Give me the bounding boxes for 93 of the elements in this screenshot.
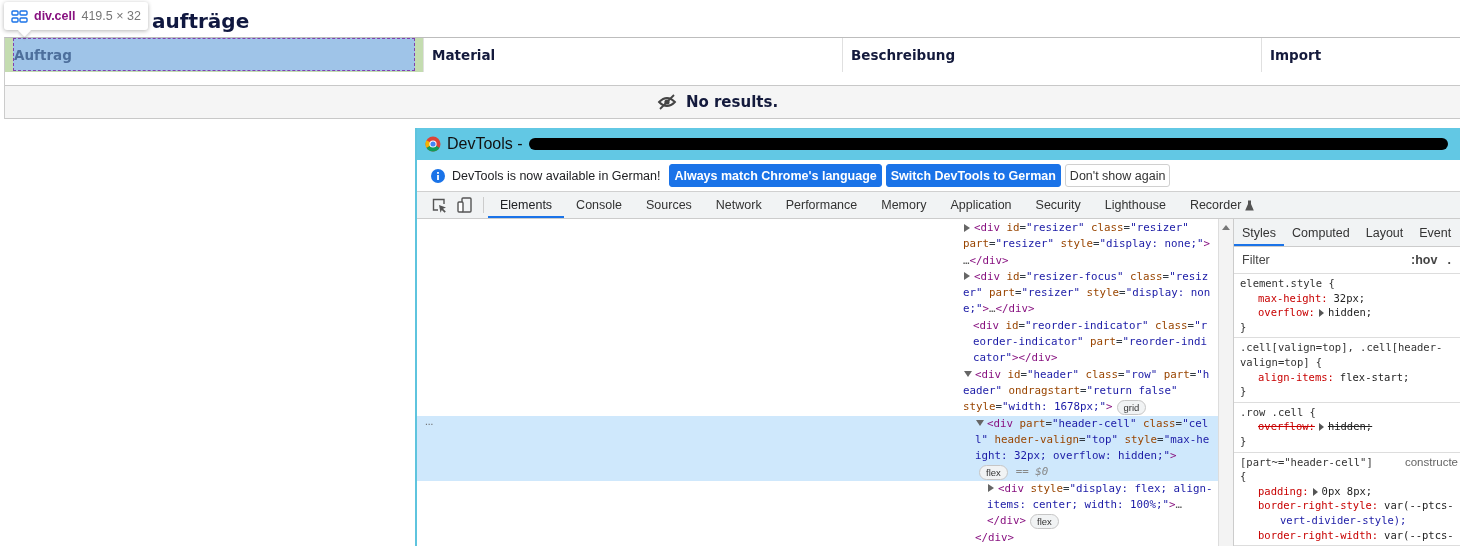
disclosure-triangle-icon[interactable] bbox=[964, 223, 970, 232]
code-line: <div id="reorder-indicator" class="r bbox=[973, 318, 1208, 332]
disclosure-triangle-icon[interactable] bbox=[988, 484, 994, 493]
css-selector: .cell[valign=top], .cell[header- bbox=[1240, 340, 1443, 355]
css-property-value: var(--ptcs- bbox=[1384, 499, 1454, 512]
layout-badge[interactable]: flex bbox=[979, 464, 1008, 480]
code-line: style="width: 1678px;"> bbox=[963, 400, 1113, 414]
css-selector: .row .cell { bbox=[1240, 404, 1316, 420]
css-property-value: hidden; bbox=[1327, 420, 1373, 433]
rule-source[interactable]: constructe bbox=[1404, 454, 1460, 470]
code-line: <div id="resizer" class="resizer" bbox=[974, 221, 1189, 234]
css-property-value: var(--ptcs- bbox=[1384, 528, 1454, 541]
sidebar-tab[interactable]: Event bbox=[1411, 219, 1460, 246]
code-line: part="resizer" style="display: none;"> bbox=[963, 237, 1211, 251]
disclosure-triangle-icon[interactable] bbox=[964, 272, 970, 281]
code-line: cator"></div> bbox=[973, 351, 1058, 365]
css-property-value: flex-start; bbox=[1339, 370, 1410, 383]
selected-node-highlight[interactable]: ... <div part="header-cell" class="cel l" header-valign="top" style="max-he ight: 32px; overflow: hidden;"> flex == $0 bbox=[417, 415, 1218, 481]
scrollbar[interactable] bbox=[1218, 219, 1233, 546]
eye-slash-icon bbox=[656, 94, 677, 110]
code-line: <div id="resizer-focus" class="resiz bbox=[974, 269, 1209, 283]
device-toolbar-icon[interactable] bbox=[457, 197, 473, 213]
info-icon bbox=[431, 168, 445, 183]
more-actions-marker[interactable]: ... bbox=[425, 415, 434, 428]
element-size: 419.5 × 32 bbox=[81, 9, 141, 23]
css-selector: [part~="header-cell"] bbox=[1240, 454, 1373, 470]
panel-tab[interactable]: Memory bbox=[869, 192, 939, 218]
panel-tab[interactable]: Sources bbox=[634, 192, 704, 218]
code-line: </div> bbox=[987, 514, 1026, 528]
layout-badge[interactable]: grid bbox=[1116, 399, 1147, 415]
css-property-name: overflow: bbox=[1258, 420, 1315, 433]
disclosure-triangle-icon[interactable] bbox=[964, 371, 972, 378]
console-reference: == $0 bbox=[1015, 465, 1049, 479]
code-line: ight: 32px; overflow: hidden;"> bbox=[975, 449, 1177, 463]
css-selector: valign=top] { bbox=[1240, 354, 1323, 370]
grid-icon bbox=[11, 9, 28, 23]
expand-triangle-icon[interactable] bbox=[1312, 487, 1318, 496]
panel-tab[interactable]: Security bbox=[1023, 192, 1093, 218]
filter-toggle[interactable]: . bbox=[1445, 253, 1453, 267]
css-property-name: align-items: bbox=[1258, 370, 1334, 383]
css-brace: } bbox=[1240, 433, 1248, 449]
panel-tab[interactable]: Recorder bbox=[1177, 192, 1267, 218]
window-title: DevTools - bbox=[447, 135, 523, 153]
filter-toggle[interactable]: :hov bbox=[1409, 253, 1440, 267]
expand-triangle-icon[interactable] bbox=[1318, 309, 1324, 318]
sidebar-tab[interactable]: Layout bbox=[1357, 219, 1412, 246]
column-header[interactable]: Beschreibung bbox=[843, 38, 1262, 72]
layout-badge[interactable]: flex bbox=[1030, 513, 1059, 529]
css-property-name: max-height: bbox=[1258, 291, 1328, 304]
infobar-button[interactable]: Switch DevTools to German bbox=[885, 164, 1061, 187]
code-line: eorder-indicator" part="reorder-indi bbox=[973, 335, 1208, 349]
inspect-icon[interactable] bbox=[431, 197, 447, 213]
css-property-name: overflow: bbox=[1258, 306, 1315, 319]
code-line: <div style="display: flex; align- bbox=[998, 481, 1213, 495]
info-message: DevTools is now available in German! bbox=[452, 168, 661, 183]
infobar-button[interactable]: Don't show again bbox=[1064, 164, 1171, 187]
panel-tab[interactable]: Application bbox=[938, 192, 1024, 218]
code-line: e;">…</div> bbox=[963, 302, 1035, 316]
panel-tab[interactable]: Lighthouse bbox=[1092, 192, 1178, 218]
css-selector: { bbox=[1240, 469, 1247, 484]
browser-logo-icon bbox=[425, 136, 441, 152]
panel-tab[interactable]: Network bbox=[703, 192, 774, 218]
sidebar-tab[interactable]: Computed bbox=[1284, 219, 1358, 246]
css-selector: element.style { bbox=[1240, 276, 1335, 291]
element-selector: div.cell bbox=[34, 9, 76, 23]
code-line: er" part="resizer" style="display: non bbox=[963, 286, 1211, 300]
code-line: </div> bbox=[975, 530, 1014, 544]
code-line: <div part="header-cell" class="cel bbox=[987, 416, 1209, 430]
css-property-value: hidden; bbox=[1327, 306, 1373, 319]
css-property-value: 32px; bbox=[1333, 291, 1366, 304]
disclosure-triangle-icon[interactable] bbox=[976, 420, 984, 427]
code-line: …</div> bbox=[963, 253, 1009, 267]
code-line: eader" ondragstart="return false" bbox=[963, 383, 1178, 397]
empty-message: No results. bbox=[685, 93, 779, 111]
code-line: <div id="header" class="row" part="h bbox=[975, 367, 1210, 381]
infobar-button[interactable]: Always match Chrome's language bbox=[669, 164, 882, 187]
css-brace: } bbox=[1240, 384, 1248, 399]
panel-tab[interactable]: Elements bbox=[488, 192, 565, 218]
sidebar-tab[interactable]: Styles bbox=[1234, 219, 1285, 246]
flask-icon bbox=[1245, 199, 1255, 211]
css-property-name: border-right-width: bbox=[1258, 528, 1379, 541]
expand-triangle-icon[interactable] bbox=[1318, 423, 1324, 432]
css-property-name: border-right-style: bbox=[1258, 499, 1379, 512]
css-property-value: 0px 8px; bbox=[1321, 484, 1373, 497]
css-brace: } bbox=[1240, 319, 1248, 335]
column-header[interactable]: Material bbox=[424, 38, 843, 72]
code-line: l" header-valign="top" style="max-he bbox=[975, 432, 1210, 446]
column-header[interactable]: Import bbox=[1262, 38, 1460, 72]
css-property-name: padding: bbox=[1258, 484, 1309, 497]
panel-tab[interactable]: Console bbox=[564, 192, 634, 218]
css-property-value: vert-divider-style); bbox=[1280, 513, 1407, 526]
panel-tab[interactable]: Performance bbox=[773, 192, 870, 218]
code-line: items: center; width: 100%;">… bbox=[987, 498, 1183, 512]
